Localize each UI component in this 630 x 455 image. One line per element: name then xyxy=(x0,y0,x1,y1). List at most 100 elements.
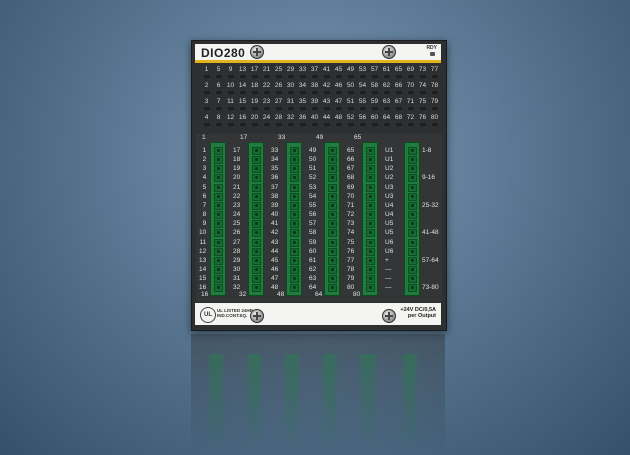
led-indicator-icon xyxy=(359,91,366,94)
led-indicator-icon xyxy=(407,123,414,126)
terminal-pin-icon xyxy=(366,265,375,274)
terminal-pin-icon xyxy=(328,247,337,256)
channel-label: 34 xyxy=(271,156,279,164)
terminal-connector xyxy=(324,142,340,296)
channel-label: 31 xyxy=(233,275,241,283)
group-label xyxy=(422,183,439,192)
terminal-pin-icon xyxy=(328,174,337,183)
terminal-connector xyxy=(248,142,264,296)
channel-label: 65 xyxy=(347,147,355,154)
terminal-pin-icon xyxy=(328,275,337,284)
power-label: U2 xyxy=(385,174,394,182)
channel-label: 80 xyxy=(347,284,355,292)
channel-label: 21 xyxy=(233,183,241,191)
terminal-pin-icon xyxy=(252,247,261,256)
group-label xyxy=(422,210,439,219)
terminal-pin-icon xyxy=(252,220,261,229)
screw-bottom-left-icon xyxy=(250,309,264,323)
power-supply-labels: U1 U1 U2 U2 U3 U3 U4 U4 U5 U5 U6 U6 + — — — xyxy=(385,146,393,293)
connector-top-number: 65 xyxy=(354,134,362,141)
group-label: 57-64 xyxy=(422,256,439,264)
channel-label: 66 xyxy=(347,156,355,164)
reflected-connector xyxy=(285,354,299,454)
channel-label: 77 xyxy=(347,256,355,264)
channel-label: 59 xyxy=(309,238,317,246)
terminal-pin-icon xyxy=(408,220,417,229)
power-label: U3 xyxy=(385,183,394,191)
power-label: U3 xyxy=(385,192,394,200)
led-indicator-icon xyxy=(227,75,234,78)
terminal-pin-icon xyxy=(408,275,417,284)
power-label: U5 xyxy=(385,229,394,237)
terminal-pin-icon xyxy=(214,238,223,247)
terminal-pin-icon xyxy=(290,229,299,238)
terminal-pin-icon xyxy=(214,284,223,293)
terminal-pin-icon xyxy=(252,165,261,174)
channel-label: 75 xyxy=(347,238,355,246)
led-indicator-icon xyxy=(287,75,294,78)
channel-label: 18 xyxy=(233,156,241,164)
terminal-pin-icon xyxy=(290,147,299,155)
led-indicator-icon xyxy=(275,123,282,126)
channel-label: 50 xyxy=(309,156,317,164)
terminal-pin-icon xyxy=(408,201,417,210)
channel-label: 12 xyxy=(199,247,207,255)
reflected-connector xyxy=(403,354,417,454)
top-label-strip: DIO280 RDY xyxy=(195,44,441,63)
led-indicator-icon xyxy=(335,107,342,110)
channel-label: 52 xyxy=(309,174,317,182)
rdy-led xyxy=(430,52,435,56)
terminal-pin-icon xyxy=(252,183,261,192)
channel-label: 25 xyxy=(233,220,241,228)
channel-label: 29 xyxy=(233,256,241,264)
channel-label: 26 xyxy=(233,229,241,237)
terminal-pin-icon xyxy=(408,265,417,274)
led-indicator-icon xyxy=(311,107,318,110)
power-label: U6 xyxy=(385,247,394,255)
terminal-pin-icon xyxy=(252,284,261,293)
connector-channel-labels: 65 66 67 68 69 70 71 72 73 74 75 76 77 78 79 80 xyxy=(347,146,354,293)
reflected-connector xyxy=(209,354,223,454)
led-indicator-icon xyxy=(323,107,330,110)
terminal-pin-icon xyxy=(290,220,299,229)
led-indicator-icon xyxy=(287,123,294,126)
led-indicator-icon xyxy=(215,91,222,94)
terminal-pin-icon xyxy=(366,174,375,183)
led-indicator-icon xyxy=(275,75,282,78)
power-label: U4 xyxy=(385,211,394,219)
channel-label: 24 xyxy=(233,211,241,219)
led-indicator-icon xyxy=(299,107,306,110)
rdy-label: RDY xyxy=(426,45,437,51)
channel-label: 7 xyxy=(202,201,207,209)
terminal-pin-icon xyxy=(290,247,299,256)
led-indicator-icon xyxy=(215,123,222,126)
channel-label: 62 xyxy=(309,266,317,274)
terminal-pin-icon xyxy=(408,165,417,174)
terminal-pin-icon xyxy=(290,275,299,284)
led-indicator-icon xyxy=(215,75,222,78)
terminal-pin-icon xyxy=(252,211,261,220)
led-indicator-icon xyxy=(251,91,258,94)
terminal-pin-icon xyxy=(328,220,337,229)
terminal-pin-icon xyxy=(366,247,375,256)
terminal-pin-icon xyxy=(214,147,223,155)
led-indicator-icon xyxy=(383,75,390,78)
terminal-pin-icon xyxy=(328,256,337,265)
group-label: 25-32 xyxy=(422,201,439,209)
channel-label: 71 xyxy=(347,201,355,209)
power-label: + xyxy=(385,256,389,264)
channel-label: 6 xyxy=(202,192,207,200)
channel-label: 58 xyxy=(309,229,317,237)
connector-channel-labels: 1 2 3 4 5 6 7 8 9 10 11 12 13 14 15 16 xyxy=(199,146,206,293)
terminal-pin-icon xyxy=(214,256,223,265)
channel-label: 20 xyxy=(233,174,241,182)
group-label xyxy=(422,265,439,274)
channel-label: 13 xyxy=(199,256,207,264)
led-indicator-icon xyxy=(347,123,354,126)
led-indicator-icon xyxy=(251,75,258,78)
terminal-pin-icon xyxy=(408,183,417,192)
led-indicator-icon xyxy=(251,123,258,126)
led-indicator-icon xyxy=(251,107,258,110)
led-indicator-icon xyxy=(287,107,294,110)
terminal-pin-icon xyxy=(366,211,375,220)
